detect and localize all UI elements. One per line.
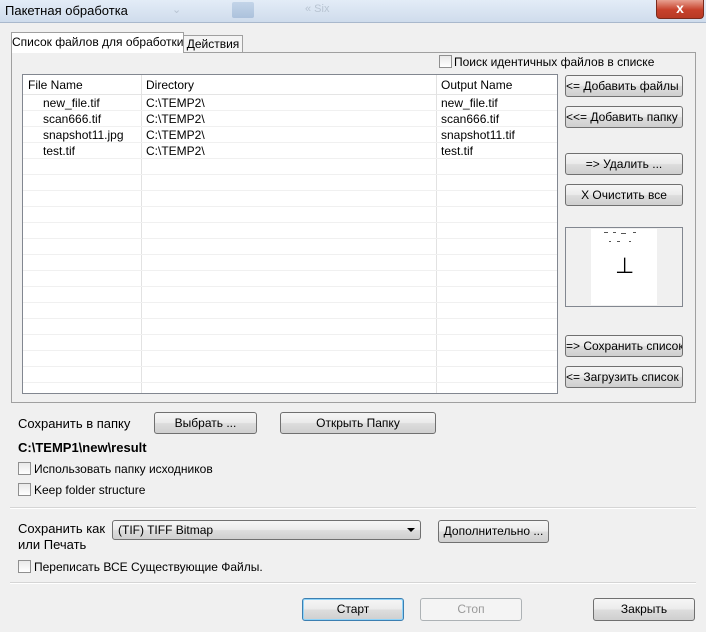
row-grid-line bbox=[23, 302, 557, 303]
row-grid-line bbox=[23, 110, 557, 111]
row-grid-line bbox=[23, 126, 557, 127]
advanced-button[interactable]: Дополнительно ... bbox=[438, 520, 549, 543]
add-folder-button[interactable]: <<= Добавить папку ... bbox=[565, 106, 683, 128]
choose-folder-button[interactable]: Выбрать ... bbox=[154, 412, 257, 434]
row-grid-line bbox=[23, 158, 557, 159]
keep-structure-label: Keep folder structure bbox=[34, 483, 146, 497]
row-grid-line bbox=[23, 318, 557, 319]
format-select-value: (TIF) TIFF Bitmap bbox=[118, 523, 214, 537]
cell-output-name: snapshot11.tif bbox=[441, 128, 515, 142]
cell-file-name: new_file.tif bbox=[43, 96, 100, 110]
separator bbox=[10, 507, 696, 509]
cell-file-name: scan666.tif bbox=[43, 112, 102, 126]
open-folder-button[interactable]: Открыть Папку bbox=[280, 412, 436, 434]
row-grid-line bbox=[23, 350, 557, 351]
row-grid-line bbox=[23, 190, 557, 191]
keep-structure-checkbox[interactable] bbox=[18, 483, 31, 496]
clear-all-button[interactable]: X Очистить все bbox=[565, 184, 683, 206]
row-grid-line bbox=[23, 206, 557, 207]
cell-output-name: new_file.tif bbox=[441, 96, 498, 110]
save-list-button[interactable]: => Сохранить список ... bbox=[565, 335, 683, 357]
overwrite-label: Переписать ВСЕ Существующие Файлы. bbox=[34, 560, 263, 574]
row-grid-line bbox=[23, 334, 557, 335]
row-grid-line bbox=[23, 382, 557, 383]
close-window-button[interactable]: x bbox=[656, 0, 704, 19]
format-select[interactable]: (TIF) TIFF Bitmap bbox=[112, 520, 421, 540]
close-icon: x bbox=[676, 0, 684, 16]
tab-file-list[interactable]: Список файлов для обработки bbox=[11, 32, 184, 53]
start-button[interactable]: Старт bbox=[302, 598, 404, 621]
file-list[interactable]: File Name Directory Output Name new_file… bbox=[22, 74, 558, 394]
row-grid-line bbox=[23, 270, 557, 271]
save-to-folder-label: Сохранить в папку bbox=[18, 416, 131, 431]
remove-button[interactable]: => Удалить ... bbox=[565, 153, 683, 175]
cell-directory: C:\TEMP2\ bbox=[146, 144, 205, 158]
row-grid-line bbox=[23, 254, 557, 255]
or-print-label: или Печать bbox=[18, 537, 87, 552]
preview-glyph: ⊥ bbox=[615, 254, 635, 279]
stop-button[interactable]: Стоп bbox=[420, 598, 522, 621]
row-grid-line bbox=[23, 142, 557, 143]
title-bar: Пакетная обработка ⌄ « Six x bbox=[0, 0, 706, 23]
cell-directory: C:\TEMP2\ bbox=[146, 112, 205, 126]
list-header: File Name Directory Output Name bbox=[23, 75, 557, 95]
row-grid-line bbox=[23, 238, 557, 239]
output-path: C:\TEMP1\new\result bbox=[18, 440, 147, 455]
separator bbox=[10, 582, 696, 584]
cell-directory: C:\TEMP2\ bbox=[146, 96, 205, 110]
chevron-down-icon bbox=[407, 528, 415, 532]
tab-actions[interactable]: Действия bbox=[183, 35, 243, 52]
row-grid-line bbox=[23, 174, 557, 175]
add-files-button[interactable]: <= Добавить файлы ... bbox=[565, 75, 683, 97]
cell-directory: C:\TEMP2\ bbox=[146, 128, 205, 142]
tab-file-list-label: Список файлов для обработки bbox=[12, 35, 184, 49]
use-source-folder-checkbox[interactable] bbox=[18, 462, 31, 475]
row-grid-line bbox=[23, 222, 557, 223]
load-list-button[interactable]: <= Загрузить список ... bbox=[565, 366, 683, 388]
column-header-directory[interactable]: Directory bbox=[146, 78, 194, 92]
cell-file-name: test.tif bbox=[43, 144, 76, 158]
column-header-file-name[interactable]: File Name bbox=[28, 78, 83, 92]
save-as-label: Сохранить как bbox=[18, 521, 106, 536]
cell-output-name: scan666.tif bbox=[441, 112, 500, 126]
column-divider bbox=[436, 75, 437, 393]
row-grid-line bbox=[23, 366, 557, 367]
use-source-folder-label: Использовать папку исходников bbox=[34, 462, 213, 476]
row-grid-line bbox=[23, 286, 557, 287]
identical-search-label: Поиск идентичных файлов в списке bbox=[454, 55, 655, 69]
window-title: Пакетная обработка bbox=[5, 3, 128, 18]
column-header-output-name[interactable]: Output Name bbox=[441, 78, 512, 92]
ghost-taskbar-icon bbox=[232, 2, 254, 18]
ghost-chevron-icon: ⌄ bbox=[172, 4, 182, 16]
column-divider bbox=[141, 75, 142, 393]
identical-search-checkbox[interactable] bbox=[439, 55, 452, 68]
cell-file-name: snapshot11.jpg bbox=[43, 128, 124, 142]
ghost-taskbar-text: « Six bbox=[305, 3, 330, 15]
overwrite-checkbox[interactable] bbox=[18, 560, 31, 573]
preview-pane: ⊥ bbox=[565, 227, 683, 307]
close-button[interactable]: Закрыть bbox=[593, 598, 695, 621]
cell-output-name: test.tif bbox=[441, 144, 474, 158]
tab-actions-label: Действия bbox=[186, 37, 240, 51]
preview-page-thumbnail: ⊥ bbox=[591, 229, 657, 305]
